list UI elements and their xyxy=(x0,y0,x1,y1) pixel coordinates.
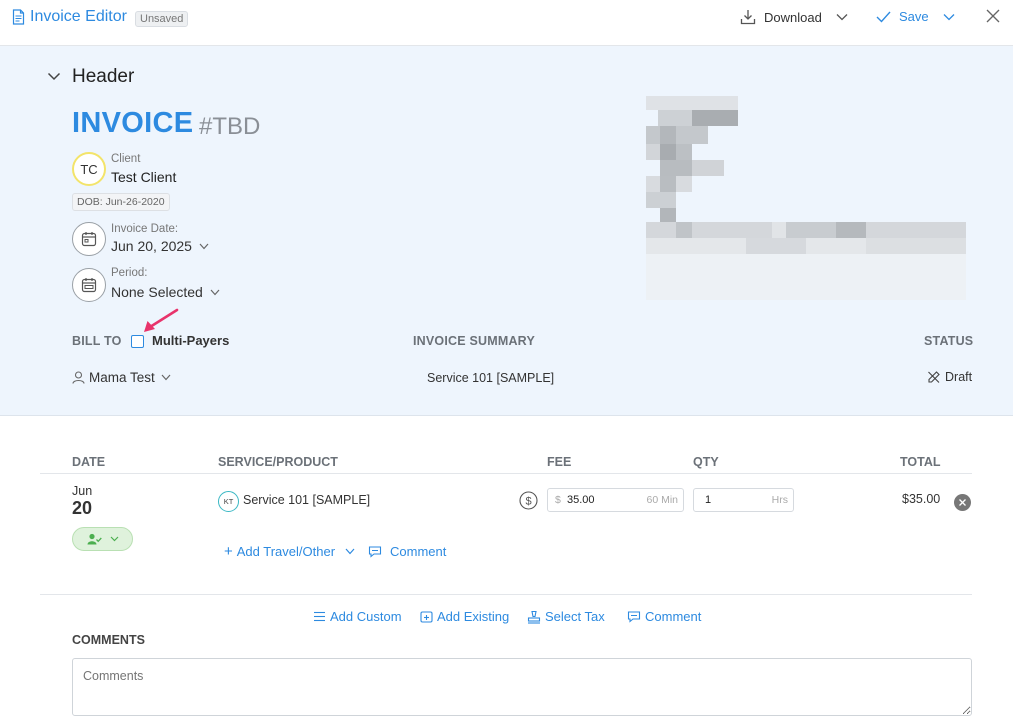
status-draft[interactable]: Draft xyxy=(927,370,972,384)
fee-input[interactable]: $ 35.00 60 Min xyxy=(547,488,684,512)
chevron-down-icon xyxy=(161,374,171,381)
remove-row-icon[interactable] xyxy=(954,494,971,511)
period-label: Period: xyxy=(111,267,148,279)
row-comment-button[interactable]: Comment xyxy=(368,544,446,559)
add-existing-button[interactable]: Add Existing xyxy=(420,609,509,624)
close-icon[interactable] xyxy=(986,9,1000,23)
comments-textarea[interactable] xyxy=(72,658,972,716)
multi-payers-label[interactable]: Multi-Payers xyxy=(152,333,229,348)
footer-comment-button[interactable]: Comment xyxy=(627,609,701,624)
collapse-chevron-icon[interactable] xyxy=(47,72,61,81)
add-custom-button[interactable]: Add Custom xyxy=(313,609,402,624)
period-value: None Selected xyxy=(111,284,203,300)
column-qty: QTY xyxy=(693,455,719,469)
row-month: Jun xyxy=(72,484,93,498)
bill-to-heading: BILL TO xyxy=(72,334,122,348)
client-name[interactable]: Test Client xyxy=(111,169,176,185)
unsaved-badge: Unsaved xyxy=(135,11,189,27)
row-total: $35.00 xyxy=(902,492,941,506)
document-icon xyxy=(12,9,25,25)
select-tax-button[interactable]: Select Tax xyxy=(527,609,605,624)
qty-unit: Hrs xyxy=(771,494,788,506)
invoice-date-dropdown[interactable]: Jun 20, 2025 xyxy=(111,238,209,254)
provider-initials: KT xyxy=(223,497,234,506)
column-service: SERVICE/PRODUCT xyxy=(218,455,338,469)
plus-icon: + xyxy=(224,542,233,560)
footer-comment-label: Comment xyxy=(645,609,702,624)
fee-value: 35.00 xyxy=(567,494,595,506)
save-label: Save xyxy=(899,9,929,24)
svg-text:$: $ xyxy=(525,496,531,508)
chevron-down-icon xyxy=(943,13,955,21)
fee-currency: $ xyxy=(555,494,561,506)
invoice-summary-heading: INVOICE SUMMARY xyxy=(413,334,535,348)
invoice-number: #TBD xyxy=(199,113,261,140)
check-icon xyxy=(876,10,891,23)
invoice-date-value: Jun 20, 2025 xyxy=(111,238,192,254)
section-title: Header xyxy=(72,66,135,87)
person-icon xyxy=(72,371,85,384)
qty-input[interactable]: 1 Hrs xyxy=(693,488,794,512)
top-bar: Invoice Editor Unsaved Download Save xyxy=(0,0,1013,46)
status-heading: STATUS xyxy=(924,334,974,348)
payer-name: Mama Test xyxy=(89,370,155,385)
client-avatar: TC xyxy=(72,152,106,186)
select-tax-label: Select Tax xyxy=(545,609,605,624)
download-icon xyxy=(740,9,756,25)
period-dropdown[interactable]: None Selected xyxy=(111,284,220,300)
comment-icon xyxy=(627,610,641,623)
table-header-divider xyxy=(40,473,972,474)
status-value: Draft xyxy=(945,370,973,384)
qty-value: 1 xyxy=(705,494,712,506)
pencil-ruler-icon xyxy=(927,370,941,384)
dollar-circle-icon[interactable]: $ xyxy=(519,491,538,510)
header-section: Header INVOICE #TBD TC Client Test Clien… xyxy=(0,46,1013,416)
column-date: DATE xyxy=(72,455,106,469)
pixelated-logo-image xyxy=(646,96,966,306)
summary-value: Service 101 [SAMPLE] xyxy=(427,371,555,385)
invoice-date-label: Invoice Date: xyxy=(111,223,179,235)
client-label: Client xyxy=(111,153,141,165)
client-initials: TC xyxy=(80,161,98,177)
list-icon xyxy=(313,611,326,622)
chevron-down-icon xyxy=(836,13,848,21)
add-existing-label: Add Existing xyxy=(437,609,510,624)
period-calendar-icon xyxy=(72,268,106,302)
window-title: Invoice Editor xyxy=(30,8,127,25)
calendar-icon xyxy=(72,222,106,256)
dob-badge: DOB: Jun-26-2020 xyxy=(72,193,170,211)
multi-payers-checkbox[interactable] xyxy=(131,335,144,348)
person-check-icon xyxy=(87,533,102,545)
calendar-plus-icon xyxy=(420,610,433,623)
comment-icon xyxy=(368,545,382,558)
fee-unit: 60 Min xyxy=(646,494,678,506)
tax-stamp-icon xyxy=(527,610,541,624)
save-button[interactable]: Save xyxy=(876,9,955,24)
row-divider xyxy=(40,594,972,595)
chevron-down-icon xyxy=(210,289,220,296)
add-travel-label: Add Travel/Other xyxy=(236,544,336,559)
chevron-down-icon xyxy=(345,548,355,555)
add-custom-label: Add Custom xyxy=(330,609,402,624)
chevron-down-icon xyxy=(199,243,209,250)
download-label: Download xyxy=(764,9,822,25)
provider-avatar: KT xyxy=(218,491,239,512)
payer-dropdown[interactable]: Mama Test xyxy=(72,370,171,385)
attendance-status-dropdown[interactable] xyxy=(72,527,133,551)
download-button[interactable]: Download xyxy=(740,9,848,25)
row-service[interactable]: Service 101 [SAMPLE] xyxy=(243,493,370,507)
add-travel-button[interactable]: + Add Travel/Other xyxy=(224,544,355,559)
comments-heading: COMMENTS xyxy=(72,633,145,647)
chevron-down-icon xyxy=(110,536,119,542)
invoice-title: INVOICE xyxy=(72,107,194,139)
annotation-arrow-icon xyxy=(141,308,179,334)
row-day: 20 xyxy=(72,498,93,518)
row-comment-label: Comment xyxy=(390,544,447,559)
column-fee: FEE xyxy=(547,455,572,469)
column-total: TOTAL xyxy=(900,455,941,469)
